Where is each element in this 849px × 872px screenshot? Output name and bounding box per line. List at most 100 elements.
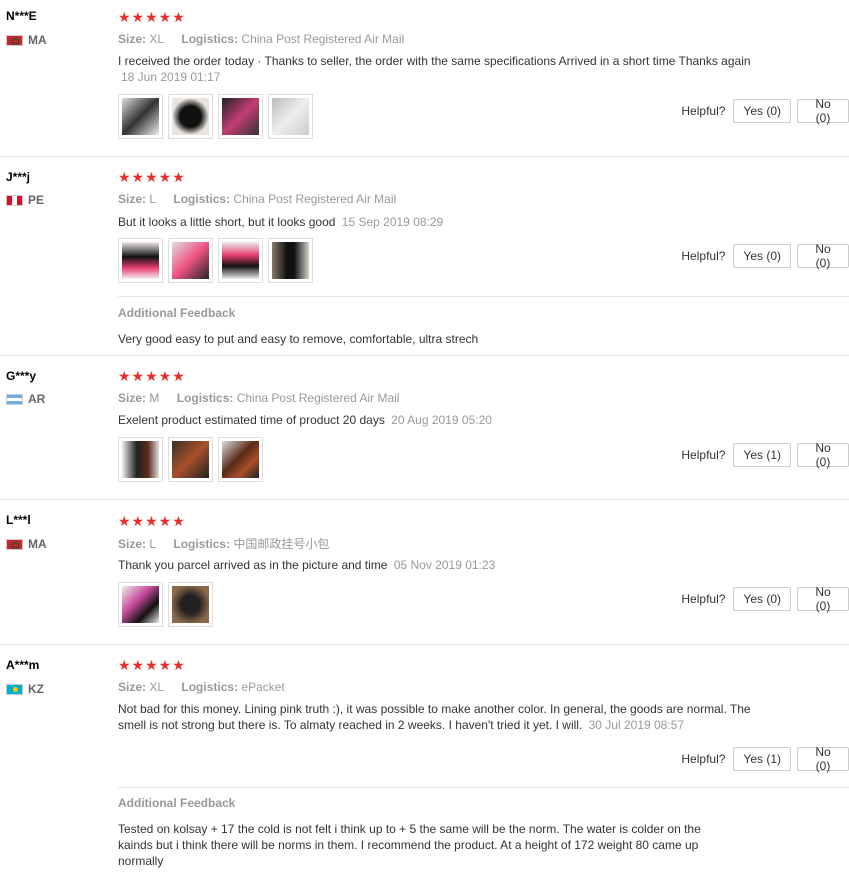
star-rating: ★★★★★	[118, 368, 186, 384]
size-label: Size:	[118, 680, 147, 694]
country-code: MA	[28, 537, 47, 551]
review-text: I received the order today · Thanks to s…	[118, 53, 768, 85]
review-date: 20 Aug 2019 05:20	[391, 413, 492, 427]
review-date: 05 Nov 2019 01:23	[393, 558, 496, 572]
logistics-label: Logistics:	[173, 192, 231, 206]
logistics-value: 中国邮政挂号小包	[233, 537, 330, 551]
country-code: AR	[28, 392, 46, 406]
size-label: Size:	[118, 32, 147, 46]
flag-kazakhstan-icon	[6, 683, 23, 695]
additional-feedback-text: Tested on kolsay + 17 the cold is not fe…	[118, 822, 701, 868]
review-photo[interactable]	[118, 437, 163, 482]
review-meta: Size: XL Logistics: China Post Registere…	[118, 32, 418, 46]
star-rating: ★★★★★	[118, 169, 186, 185]
helpful-no-button[interactable]: No (0)	[797, 585, 849, 613]
review-date: 18 Jun 2019 01:17	[121, 70, 221, 84]
helpful-label: Helpful?	[681, 448, 726, 462]
reviewer-country: PE	[6, 193, 44, 207]
country-code: MA	[28, 33, 47, 47]
review-photo[interactable]	[168, 238, 213, 283]
size-value: M	[149, 391, 160, 405]
reviewer-name: A***m	[6, 658, 40, 672]
review-divider	[0, 156, 849, 157]
review-text: Exelent product estimated time of produc…	[118, 412, 768, 428]
helpful-yes-button[interactable]: Yes (0)	[733, 587, 791, 611]
review-photo[interactable]	[268, 238, 313, 283]
helpful-no-button[interactable]: No (0)	[797, 242, 849, 270]
country-code: PE	[28, 193, 45, 207]
logistics-label: Logistics:	[176, 391, 234, 405]
review-photo[interactable]	[218, 238, 263, 283]
size-value: XL	[149, 32, 165, 46]
helpful-label: Helpful?	[681, 104, 726, 118]
helpful-label: Helpful?	[681, 752, 726, 766]
review-body: But it looks a little short, but it look…	[118, 215, 336, 229]
review-text: Thank you parcel arrived as in the pictu…	[118, 557, 768, 573]
helpful-yes-button[interactable]: Yes (1)	[733, 443, 791, 467]
review-divider	[0, 355, 849, 356]
helpful-no-button[interactable]: No (0)	[797, 745, 849, 773]
helpful-yes-button[interactable]: Yes (0)	[733, 244, 791, 268]
star-rating: ★★★★★	[118, 9, 186, 25]
reviewer-country: MA	[6, 537, 47, 551]
logistics-value: China Post Registered Air Mail	[233, 192, 397, 206]
review-body: Exelent product estimated time of produc…	[118, 413, 385, 427]
flag-peru-icon	[6, 194, 23, 206]
reviewer-country: KZ	[6, 682, 44, 696]
review-text: Not bad for this money. Lining pink trut…	[118, 701, 768, 733]
review-photo[interactable]	[118, 94, 163, 139]
review-divider	[0, 499, 849, 500]
size-label: Size:	[118, 391, 147, 405]
size-value: XL	[149, 680, 165, 694]
reviewer-name: N***E	[6, 9, 37, 23]
flag-morocco-icon	[6, 34, 23, 46]
star-rating: ★★★★★	[118, 513, 186, 529]
review-photo[interactable]	[168, 94, 213, 139]
additional-feedback-heading: Additional Feedback	[118, 796, 236, 810]
size-label: Size:	[118, 537, 147, 551]
review-photo[interactable]	[118, 582, 163, 627]
review-photo[interactable]	[268, 94, 313, 139]
reviewer-country: MA	[6, 33, 47, 47]
helpful-yes-button[interactable]: Yes (1)	[733, 747, 791, 771]
photo-strip	[118, 94, 313, 139]
country-code: KZ	[28, 682, 44, 696]
helpful-vote: Helpful? Yes (1) No (0)	[681, 441, 849, 469]
photo-strip	[118, 238, 313, 283]
review-meta: Size: M Logistics: China Post Registered…	[118, 391, 413, 405]
review-meta: Size: L Logistics: 中国邮政挂号小包	[118, 535, 343, 552]
logistics-value: China Post Registered Air Mail	[236, 391, 400, 405]
flag-morocco-icon	[6, 538, 23, 550]
reviewer-name: L***l	[6, 513, 31, 527]
helpful-no-button[interactable]: No (0)	[797, 97, 849, 125]
feedback-divider	[118, 787, 849, 788]
helpful-yes-button[interactable]: Yes (0)	[733, 99, 791, 123]
logistics-value: China Post Registered Air Mail	[241, 32, 405, 46]
helpful-no-button[interactable]: No (0)	[797, 441, 849, 469]
review-photo[interactable]	[168, 437, 213, 482]
logistics-value: ePacket	[241, 680, 285, 694]
helpful-label: Helpful?	[681, 249, 726, 263]
review-photo[interactable]	[218, 94, 263, 139]
review-photo[interactable]	[118, 238, 163, 283]
reviewer-country: AR	[6, 392, 45, 406]
photo-strip	[118, 437, 263, 482]
review-photo[interactable]	[168, 582, 213, 627]
reviewer-name: G***y	[6, 369, 37, 383]
helpful-vote: Helpful? Yes (0) No (0)	[681, 97, 849, 125]
review-body: I received the order today · Thanks to s…	[118, 54, 751, 68]
logistics-label: Logistics:	[173, 537, 231, 551]
review-body: Thank you parcel arrived as in the pictu…	[118, 558, 388, 572]
reviewer-name: J***j	[6, 170, 31, 184]
helpful-label: Helpful?	[681, 592, 726, 606]
helpful-vote: Helpful? Yes (1) No (0)	[681, 745, 849, 773]
review-photo[interactable]	[218, 437, 263, 482]
additional-feedback-text: Very good easy to put and easy to remove…	[118, 332, 479, 346]
additional-feedback-heading: Additional Feedback	[118, 306, 236, 320]
review-meta: Size: XL Logistics: ePacket	[118, 680, 299, 694]
review-meta: Size: L Logistics: China Post Registered…	[118, 192, 410, 206]
review-divider	[0, 644, 849, 645]
review-date: 15 Sep 2019 08:29	[341, 215, 444, 229]
logistics-label: Logistics:	[181, 32, 239, 46]
review-date: 30 Jul 2019 08:57	[588, 718, 685, 732]
